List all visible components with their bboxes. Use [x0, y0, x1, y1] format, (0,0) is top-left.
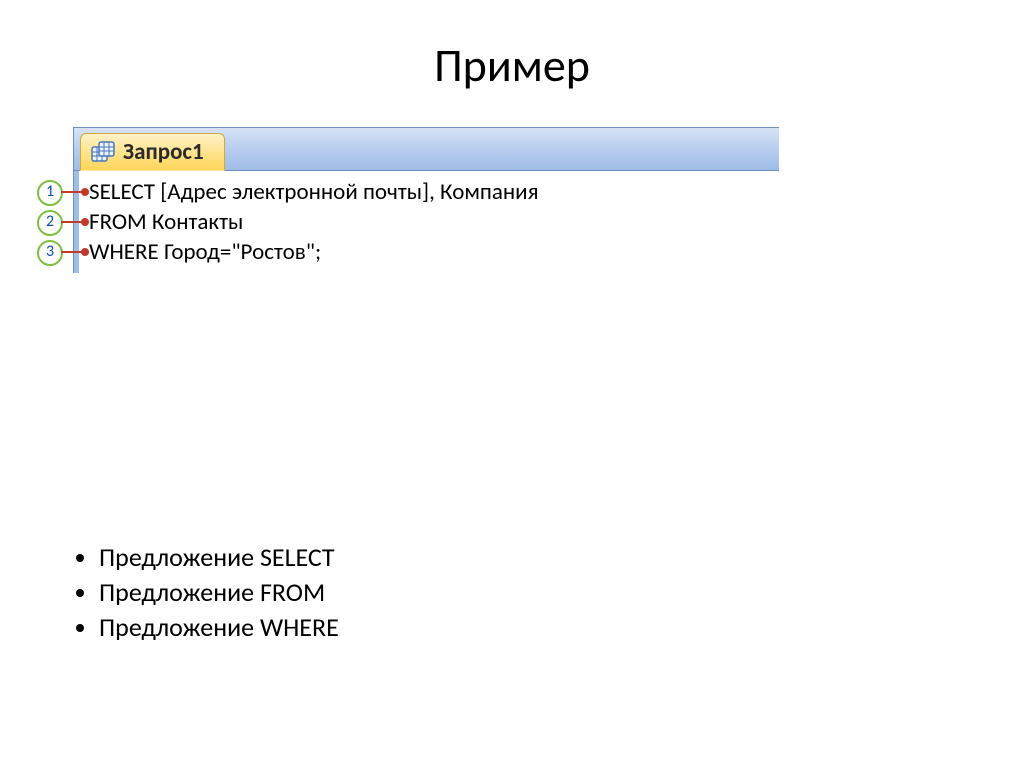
callout-dot	[81, 248, 89, 256]
callout-row: 2	[37, 210, 67, 240]
page-title: Пример	[0, 38, 1024, 94]
tab-bar: Запрос1	[74, 128, 779, 171]
callout-connector	[61, 191, 83, 193]
callout-dot	[81, 218, 89, 226]
callout-number: 3	[37, 240, 63, 266]
sql-panel-wrap: 1 2 3	[73, 127, 779, 273]
callout-row: 1	[37, 180, 67, 210]
tab-query1[interactable]: Запрос1	[80, 133, 225, 171]
code-line: FROM Контакты	[89, 207, 771, 237]
callout-dot	[81, 188, 89, 196]
code-line: WHERE Город="Ростов";	[89, 237, 771, 267]
code-line: SELECT [Адрес электронной почты], Компан…	[89, 177, 771, 207]
callout-number: 1	[37, 180, 63, 206]
sql-code-area[interactable]: SELECT [Адрес электронной почты], Компан…	[74, 171, 779, 273]
sql-panel: Запрос1 SELECT [Адрес электронной почты]…	[73, 127, 779, 273]
bullet-list: Предложение SELECT Предложение FROM Пред…	[65, 540, 339, 645]
callout-connector	[61, 251, 83, 253]
query-icon	[91, 141, 115, 163]
callout-connector	[61, 221, 83, 223]
slide: Пример 1 2 3	[0, 0, 1024, 768]
list-item: Предложение FROM	[99, 575, 339, 610]
callout-row: 3	[37, 240, 67, 270]
list-item: Предложение SELECT	[99, 540, 339, 575]
tab-label: Запрос1	[123, 138, 204, 166]
callout-number: 2	[37, 210, 63, 236]
list-item: Предложение WHERE	[99, 610, 339, 645]
callouts-column: 1 2 3	[37, 180, 67, 270]
